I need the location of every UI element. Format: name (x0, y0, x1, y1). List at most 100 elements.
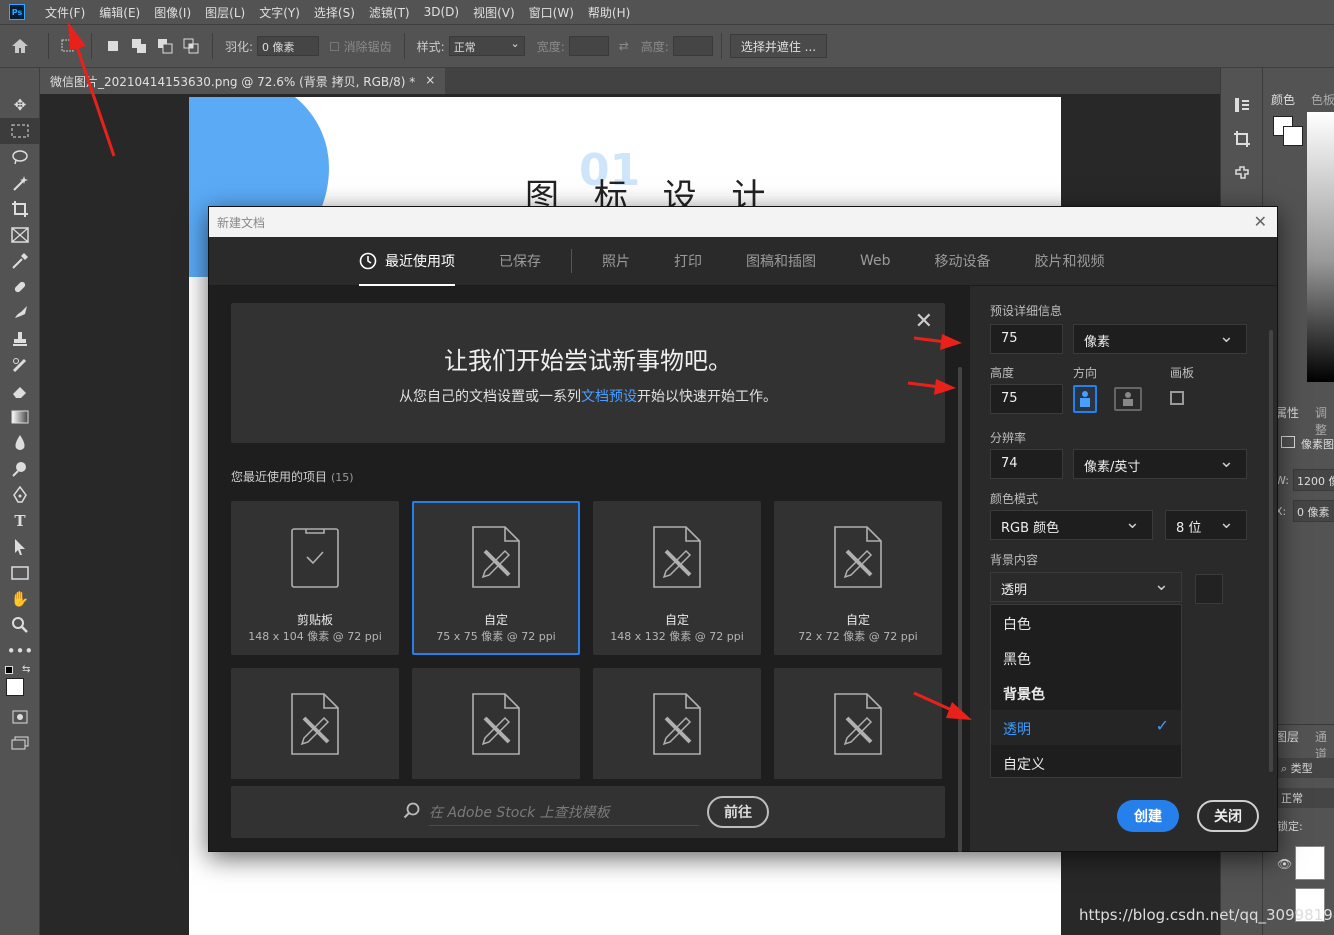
width-input[interactable] (568, 36, 609, 56)
tab-photo[interactable]: 照片 (602, 237, 630, 286)
tab-web[interactable]: Web (860, 237, 891, 286)
go-button[interactable]: 前往 (707, 796, 769, 828)
tab-recent[interactable]: 最近使用项 (359, 237, 455, 286)
recent-item-card[interactable] (412, 668, 580, 779)
default-colors-icon[interactable] (5, 666, 13, 674)
recent-item-card-selected[interactable]: 自定 75 x 75 像素 @ 72 ppi (412, 501, 580, 655)
menu-item-background-color[interactable]: 背景色 (991, 675, 1181, 710)
path-selection-tool-icon[interactable] (0, 534, 40, 560)
details-scrollbar[interactable] (1269, 330, 1273, 772)
dismiss-banner-icon[interactable]: ✕ (915, 309, 933, 334)
tab-channels[interactable]: 通道 (1315, 728, 1334, 762)
height-input[interactable]: 75 (990, 384, 1063, 414)
more-tools-icon[interactable]: ••• (0, 638, 40, 664)
create-button[interactable]: 创建 (1117, 800, 1179, 832)
frame-tool-icon[interactable] (0, 222, 40, 248)
width-input[interactable]: 75 (990, 324, 1063, 354)
menu-image[interactable]: 图像(I) (154, 4, 191, 21)
menu-help[interactable]: 帮助(H) (588, 4, 630, 21)
screen-mode-icon[interactable] (0, 730, 40, 756)
recent-item-card[interactable] (231, 668, 399, 779)
resolution-unit-select[interactable]: 像素/英寸 (1073, 449, 1247, 479)
recent-item-card[interactable]: 剪贴板 148 x 104 像素 @ 72 ppi (231, 501, 399, 655)
menu-edit[interactable]: 编辑(E) (99, 4, 140, 21)
presets-scrollbar[interactable] (958, 367, 962, 852)
tab-properties[interactable]: 属性 (1275, 404, 1299, 421)
rectangle-tool-icon[interactable] (0, 560, 40, 586)
bit-depth-select[interactable]: 8 位 (1165, 510, 1247, 540)
eye-icon[interactable]: 👁 (1277, 857, 1292, 871)
style-select[interactable]: 正常 ⌄ (448, 36, 525, 56)
menu-item-transparent[interactable]: 透明 ✓ (991, 710, 1181, 745)
color-mode-select[interactable]: RGB 颜色 (990, 510, 1153, 540)
menu-item-white[interactable]: 白色 (991, 605, 1181, 640)
subtract-selection-icon[interactable] (155, 36, 175, 56)
home-icon[interactable] (0, 24, 40, 68)
crop-panel-icon[interactable] (1221, 122, 1263, 156)
pen-tool-icon[interactable] (0, 482, 40, 508)
menu-view[interactable]: 视图(V) (473, 4, 515, 21)
recent-item-card[interactable]: 自定 148 x 132 像素 @ 72 ppi (593, 501, 761, 655)
swap-colors-icon[interactable]: ⇆ (22, 664, 30, 675)
height-input[interactable] (672, 36, 713, 56)
move-tool-icon[interactable]: ✥ (0, 92, 40, 118)
x-field[interactable]: 0 像素 (1293, 500, 1334, 522)
landscape-orientation-icon[interactable] (1114, 387, 1142, 411)
close-button[interactable]: 关闭 (1197, 800, 1259, 832)
artboard-checkbox[interactable] (1170, 391, 1184, 405)
tab-swatches[interactable]: 色板 (1303, 87, 1334, 112)
layer-thumbnail[interactable] (1295, 846, 1325, 880)
background-color-chip[interactable] (1283, 126, 1303, 146)
feather-input[interactable]: 0 像素 (257, 36, 320, 56)
antialias-checkbox[interactable]: ☐ 消除锯齿 (329, 38, 392, 55)
hand-tool-icon[interactable]: ✋ (0, 586, 40, 612)
menu-file[interactable]: 文件(F) (45, 4, 85, 21)
menu-item-custom[interactable]: 自定义 (991, 745, 1181, 780)
menu-window[interactable]: 窗口(W) (529, 4, 574, 21)
magic-wand-tool-icon[interactable] (0, 170, 40, 196)
tab-layers[interactable]: 图层 (1275, 728, 1299, 745)
stock-search-input[interactable]: 在 Adobe Stock 上查找模板 (429, 802, 699, 826)
portrait-orientation-icon[interactable] (1073, 385, 1097, 413)
color-swatches[interactable]: ⇆ (0, 664, 39, 704)
menu-item-black[interactable]: 黑色 (991, 640, 1181, 675)
healing-brush-tool-icon[interactable] (0, 274, 40, 300)
history-brush-tool-icon[interactable] (0, 352, 40, 378)
swap-icon[interactable]: ⇄ (619, 39, 629, 53)
menu-filter[interactable]: 滤镜(T) (369, 4, 410, 21)
clone-stamp-tool-icon[interactable] (0, 326, 40, 352)
brush-tool-icon[interactable] (0, 300, 40, 326)
crop-tool-icon[interactable] (0, 196, 40, 222)
zoom-tool-icon[interactable] (0, 612, 40, 638)
quick-mask-icon[interactable] (0, 704, 40, 730)
gradient-tool-icon[interactable] (0, 404, 40, 430)
eyedropper-tool-icon[interactable] (0, 248, 40, 274)
recent-item-card[interactable] (593, 668, 761, 779)
close-icon[interactable]: × (425, 73, 435, 89)
dodge-tool-icon[interactable] (0, 456, 40, 482)
select-and-mask-button[interactable]: 选择并遮住 ... (729, 34, 828, 58)
intersect-selection-icon[interactable] (181, 36, 201, 56)
plugins-panel-icon[interactable] (1221, 156, 1263, 190)
color-picker-field[interactable] (1307, 112, 1334, 382)
add-selection-icon[interactable] (129, 36, 149, 56)
tab-mobile[interactable]: 移动设备 (935, 237, 991, 286)
history-panel-icon[interactable] (1221, 88, 1263, 122)
width-field[interactable]: 1200 像 (1293, 469, 1334, 491)
background-color-swatch[interactable] (1195, 574, 1223, 604)
tab-adjustments[interactable]: 调整 (1315, 404, 1334, 438)
resolution-input[interactable]: 74 (990, 449, 1063, 479)
presets-link[interactable]: 文档预设 (581, 389, 637, 405)
lasso-tool-icon[interactable] (0, 144, 40, 170)
background-contents-select[interactable]: 透明 (990, 572, 1182, 602)
foreground-color-swatch[interactable] (6, 678, 24, 696)
tab-saved[interactable]: 已保存 (499, 237, 541, 286)
type-tool-icon[interactable]: T (0, 508, 40, 534)
close-icon[interactable]: ✕ (1254, 212, 1267, 231)
tab-art-illustration[interactable]: 图稿和插图 (746, 237, 816, 286)
menu-select[interactable]: 选择(S) (314, 4, 355, 21)
width-unit-select[interactable]: 像素 (1073, 324, 1247, 354)
marquee-tool-icon[interactable] (0, 118, 40, 144)
recent-item-card[interactable]: 自定 72 x 72 像素 @ 72 ppi (774, 501, 942, 655)
menu-type[interactable]: 文字(Y) (259, 4, 300, 21)
